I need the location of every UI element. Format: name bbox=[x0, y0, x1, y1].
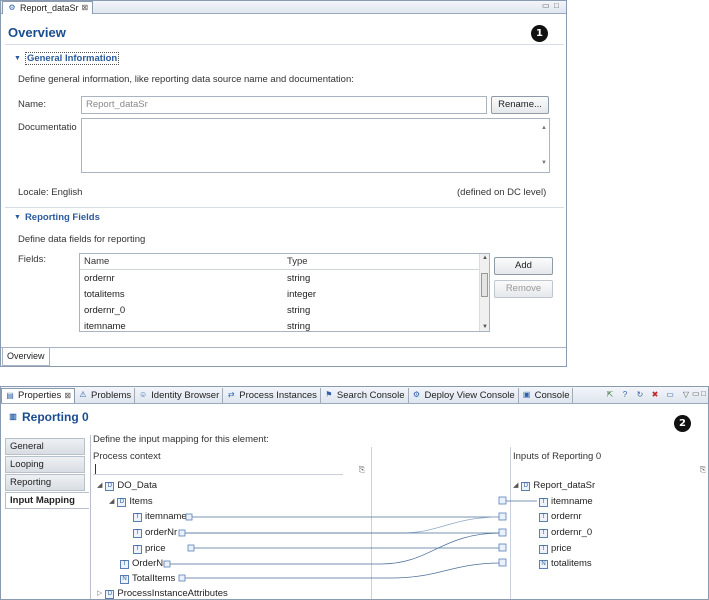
fields-label: Fields: bbox=[18, 254, 46, 265]
editor-icon: ⚙ bbox=[8, 3, 16, 12]
mapping-connector[interactable] bbox=[163, 560, 171, 568]
reporting-fields-title: Reporting Fields bbox=[24, 212, 100, 223]
field-name: ordernr_0 bbox=[84, 304, 126, 316]
chevron-down-icon: ▼ bbox=[14, 55, 21, 62]
field-name: ordernr bbox=[84, 272, 115, 284]
mapping-connector[interactable] bbox=[498, 558, 507, 567]
scroll-down-icon[interactable]: ▼ bbox=[482, 324, 488, 330]
editor-tab[interactable]: ⚙ Report_dataSr ⊠ bbox=[2, 1, 94, 14]
scroll-down-icon[interactable]: ▼ bbox=[541, 155, 547, 171]
table-header-row: Name Type bbox=[80, 254, 489, 270]
rename-button[interactable]: Rename... bbox=[491, 96, 549, 114]
divider bbox=[5, 44, 564, 45]
scroll-thumb[interactable] bbox=[481, 273, 488, 297]
mapping-connector[interactable] bbox=[498, 528, 507, 537]
field-name: itemname bbox=[84, 320, 126, 332]
minimize-icon[interactable]: ▭ bbox=[542, 1, 550, 10]
table-row[interactable]: ordernr_0 string bbox=[80, 302, 489, 318]
scroll-up-icon[interactable]: ▲ bbox=[541, 120, 547, 136]
properties-panel: ▤ Properties ⊠ ⚠ Problems ☺ Identity Bro… bbox=[0, 386, 709, 600]
table-row[interactable]: totalitems integer bbox=[80, 286, 489, 302]
scroll-up-icon[interactable]: ▲ bbox=[482, 255, 488, 261]
mapping-line[interactable] bbox=[167, 532, 502, 565]
name-field[interactable]: Report_dataSr bbox=[81, 96, 487, 114]
name-label: Name: bbox=[18, 99, 46, 110]
table-row[interactable]: ordernr string bbox=[80, 270, 489, 286]
editor-panel: ⚙ Report_dataSr ⊠ ▭ □ Overview 1 ▼ Gener… bbox=[0, 0, 567, 367]
remove-button[interactable]: Remove bbox=[494, 280, 553, 298]
maximize-icon[interactable]: □ bbox=[554, 1, 559, 10]
general-info-section-header[interactable]: ▼ General Information bbox=[14, 52, 120, 65]
tab-overview[interactable]: Overview bbox=[2, 348, 50, 366]
callout-marker-1: 1 bbox=[531, 25, 548, 42]
field-type: string bbox=[287, 304, 311, 316]
table-scrollbar[interactable]: ▲ ▼ bbox=[479, 254, 489, 331]
general-info-title: General Information bbox=[24, 52, 120, 65]
field-name: totalitems bbox=[84, 288, 125, 300]
close-icon[interactable]: ⊠ bbox=[82, 2, 89, 14]
mapping-connector[interactable] bbox=[178, 529, 186, 537]
mapping-connector[interactable] bbox=[498, 543, 507, 552]
mapping-connector[interactable] bbox=[498, 496, 507, 505]
add-button[interactable]: Add bbox=[494, 257, 553, 275]
locale-label: Locale: English bbox=[18, 187, 83, 198]
divider bbox=[5, 207, 564, 208]
mapping-line[interactable] bbox=[182, 562, 502, 579]
divider bbox=[1, 347, 566, 348]
mapping-connector[interactable] bbox=[178, 574, 186, 582]
field-type: integer bbox=[287, 288, 317, 300]
column-header-type[interactable]: Type bbox=[283, 256, 308, 267]
field-type: string bbox=[287, 272, 311, 284]
documentation-label: Documentatio bbox=[18, 122, 77, 133]
chevron-down-icon: ▼ bbox=[14, 214, 21, 221]
editor-tab-label: Report_dataSr bbox=[20, 3, 79, 13]
fields-table[interactable]: Name Type ordernr string totalitems inte… bbox=[79, 253, 490, 332]
mapping-line[interactable] bbox=[182, 516, 502, 534]
reporting-fields-description: Define data fields for reporting bbox=[18, 234, 146, 245]
mapping-connector[interactable] bbox=[187, 544, 195, 552]
editor-tabbar: ⚙ Report_dataSr ⊠ ▭ □ bbox=[1, 1, 566, 14]
column-header-name[interactable]: Name bbox=[80, 256, 283, 267]
general-info-description: Define general information, like reporti… bbox=[18, 74, 354, 85]
table-row[interactable]: itemname string bbox=[80, 318, 489, 332]
page-title: Overview bbox=[8, 25, 66, 40]
field-type: string bbox=[287, 320, 311, 332]
reporting-fields-section-header[interactable]: ▼ Reporting Fields bbox=[14, 212, 100, 223]
documentation-field[interactable]: ▲ ▼ bbox=[81, 118, 550, 173]
mapping-lines bbox=[163, 496, 537, 582]
mapping-connector[interactable] bbox=[498, 512, 507, 521]
locale-note: (defined on DC level) bbox=[457, 187, 547, 198]
mapping-connector[interactable] bbox=[185, 513, 193, 521]
